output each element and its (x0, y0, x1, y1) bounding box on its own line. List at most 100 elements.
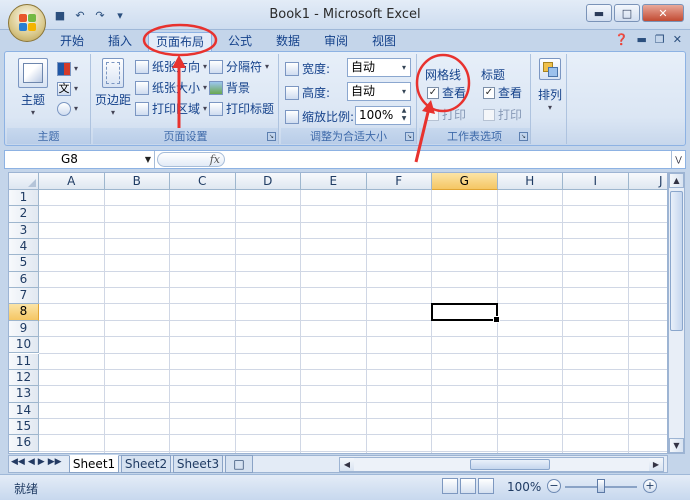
row-header-15[interactable]: 15 (9, 418, 39, 436)
page-layout-view-button[interactable] (460, 478, 476, 494)
restore-workbook-icon[interactable]: ❐ (655, 33, 665, 46)
help-icon[interactable]: ❓ (615, 33, 629, 46)
theme-effects-button[interactable]: ▾ (57, 99, 78, 118)
theme-fonts-button[interactable]: 文 ▾ (57, 79, 78, 98)
minimize-workbook-icon[interactable]: ▬ (637, 33, 647, 46)
margins-button[interactable]: 页边距 ▾ (95, 58, 131, 117)
row-header-11[interactable]: 11 (9, 353, 39, 370)
vertical-scrollbar[interactable]: ▲ ▼ (668, 172, 685, 454)
row-header-1[interactable]: 1 (9, 190, 39, 207)
next-sheet-icon[interactable]: ▶ (38, 457, 45, 467)
row-header-14[interactable]: 14 (9, 402, 39, 419)
normal-view-button[interactable] (442, 478, 458, 494)
name-box[interactable]: G8 ▼ (5, 151, 155, 168)
tab-view[interactable]: 视图 (362, 32, 406, 52)
gridline-horizontal (39, 270, 667, 272)
print-titles-button[interactable]: 打印标题 (209, 99, 274, 118)
scale-launcher-icon[interactable]: ↘ (405, 132, 414, 141)
column-header-g[interactable]: G (432, 173, 498, 190)
row-header-12[interactable]: 12 (9, 369, 39, 387)
insert-function-button[interactable]: fx (157, 152, 225, 167)
scroll-up-icon[interactable]: ▲ (669, 173, 684, 188)
height-select[interactable]: 自动 ▾ (347, 82, 411, 101)
maximize-button[interactable]: □ (614, 4, 640, 22)
themes-button[interactable]: 主题 ▾ (13, 58, 53, 117)
minimize-button[interactable]: ▬ (586, 4, 612, 22)
row-header-8[interactable]: 8 (9, 304, 39, 321)
sheet-options-launcher-icon[interactable]: ↘ (519, 132, 528, 141)
page-setup-launcher-icon[interactable]: ↘ (267, 132, 276, 141)
last-sheet-icon[interactable]: ▶▶ (48, 457, 62, 467)
group-label-sheet-options: 工作表选项 (419, 128, 530, 144)
sheet-tab-3[interactable]: Sheet3 (173, 455, 223, 473)
zoom-slider-thumb[interactable] (597, 479, 605, 493)
breaks-button[interactable]: 分隔符 ▾ (209, 57, 269, 76)
gridlines-view-checkbox[interactable]: ✓ 查看 (427, 83, 466, 102)
expand-formula-bar-icon[interactable]: ⋁ (671, 151, 685, 168)
row-header-13[interactable]: 13 (9, 386, 39, 403)
tab-insert[interactable]: 插入 (98, 32, 142, 52)
width-select[interactable]: 自动 ▾ (347, 58, 411, 77)
tab-formulas[interactable]: 公式 (218, 32, 262, 52)
column-header-e[interactable]: E (301, 173, 367, 190)
office-button[interactable] (8, 4, 46, 42)
background-button[interactable]: 背景 (209, 78, 250, 97)
worksheet-grid[interactable]: A B C D E F G H I J 1 2 3 4 5 6 7 8 9 10 11 12 13 14 15 16 (8, 172, 668, 454)
horizontal-scrollbar[interactable]: ◀ ▶ (339, 457, 664, 472)
row-header-3[interactable]: 3 (9, 222, 39, 240)
page-break-view-button[interactable] (478, 478, 494, 494)
tab-page-layout[interactable]: 页面布局 (148, 32, 212, 52)
sheet-tab-2[interactable]: Sheet2 (121, 455, 171, 473)
column-header-a[interactable]: A (39, 173, 105, 190)
row-header-10[interactable]: 10 (9, 337, 39, 354)
gridline-vertical (431, 190, 432, 453)
zoom-out-icon[interactable]: − (547, 479, 561, 493)
close-button[interactable]: ✕ (642, 4, 684, 22)
theme-colors-button[interactable]: ▾ (57, 59, 78, 78)
column-header-f[interactable]: F (366, 173, 432, 190)
active-cell[interactable] (431, 303, 499, 324)
horizontal-scroll-thumb[interactable] (470, 459, 550, 470)
size-button[interactable]: 纸张大小 ▾ (135, 78, 207, 97)
prev-sheet-icon[interactable]: ◀ (28, 457, 35, 467)
print-area-button[interactable]: 打印区域 ▾ (135, 99, 207, 118)
tab-review[interactable]: 审阅 (314, 32, 358, 52)
column-header-j[interactable]: J (628, 173, 667, 190)
column-header-h[interactable]: H (497, 173, 563, 190)
scroll-left-icon[interactable]: ◀ (340, 458, 354, 471)
zoom-level[interactable]: 100% (507, 480, 541, 494)
row-header-6[interactable]: 6 (9, 271, 39, 289)
scale-stepper[interactable]: 100% ▲ ▼ (355, 106, 411, 125)
row-header-7[interactable]: 7 (9, 288, 39, 305)
formula-input[interactable] (229, 151, 669, 168)
zoom-in-icon[interactable]: + (643, 479, 657, 493)
gridline-vertical (627, 190, 629, 453)
row-header-16[interactable]: 16 (9, 435, 39, 452)
scale-value: 100% (359, 108, 394, 122)
orientation-button[interactable]: 纸张方向 ▾ (135, 57, 207, 76)
scroll-down-icon[interactable]: ▼ (669, 438, 684, 453)
select-all-button[interactable] (9, 173, 39, 190)
row-header-5[interactable]: 5 (9, 255, 39, 272)
scroll-right-icon[interactable]: ▶ (649, 458, 663, 471)
vertical-scroll-thumb[interactable] (670, 191, 683, 331)
gridlines-print-checkbox[interactable]: 打印 (427, 105, 466, 124)
close-workbook-icon[interactable]: ✕ (673, 33, 682, 46)
insert-sheet-button[interactable]: □ (225, 455, 253, 473)
column-header-d[interactable]: D (235, 173, 301, 190)
tab-home[interactable]: 开始 (50, 32, 94, 52)
row-header-4[interactable]: 4 (9, 239, 39, 256)
row-header-9[interactable]: 9 (9, 320, 39, 338)
arrange-button[interactable]: 排列 ▾ (535, 58, 565, 112)
row-header-2[interactable]: 2 (9, 206, 39, 223)
gridline-horizontal (39, 368, 667, 370)
background-label: 背景 (226, 81, 251, 95)
tab-data[interactable]: 数据 (266, 32, 310, 52)
first-sheet-icon[interactable]: ◀◀ (11, 457, 25, 467)
column-header-b[interactable]: B (104, 173, 170, 190)
sheet-tab-1[interactable]: Sheet1 (69, 455, 119, 473)
headings-view-checkbox[interactable]: ✓ 查看 (483, 83, 522, 102)
headings-print-checkbox[interactable]: 打印 (483, 105, 522, 124)
column-header-i[interactable]: I (563, 173, 629, 190)
column-header-c[interactable]: C (170, 173, 236, 190)
